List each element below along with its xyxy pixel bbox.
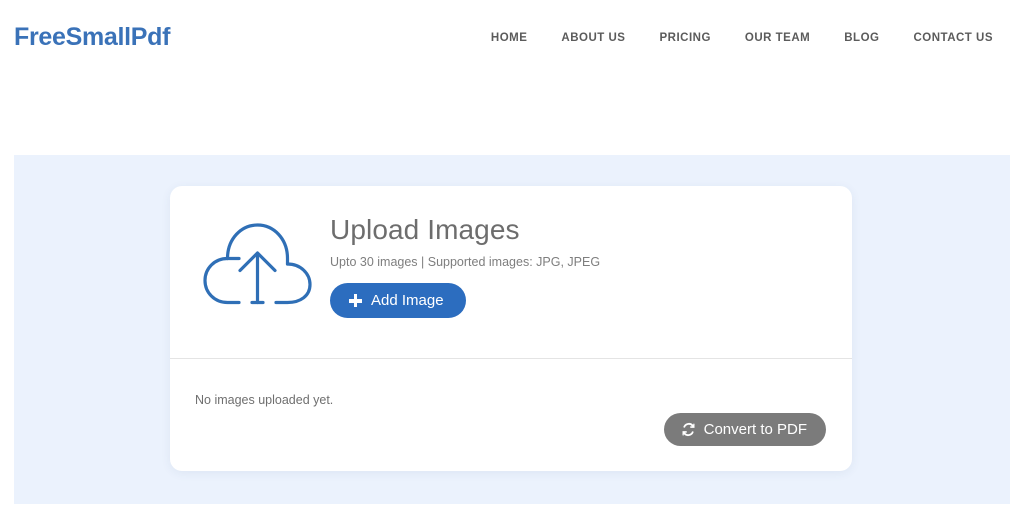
nav-item-about-us[interactable]: ABOUT US <box>561 32 625 44</box>
add-image-button[interactable]: Add Image <box>330 283 466 319</box>
main-navigation: HOME ABOUT US PRICING OUR TEAM BLOG CONT… <box>491 32 993 44</box>
empty-state-message: No images uploaded yet. <box>195 393 334 407</box>
plus-icon <box>349 294 362 308</box>
add-image-button-label: Add Image <box>371 292 444 310</box>
sync-icon <box>681 422 696 437</box>
nav-item-home[interactable]: HOME <box>491 32 528 44</box>
upload-title: Upload Images <box>330 214 520 245</box>
nav-item-contact-us[interactable]: CONTACT US <box>913 32 993 44</box>
convert-to-pdf-button[interactable]: Convert to PDF <box>663 413 826 446</box>
upload-card: Upload Images Upto 30 images | Supported… <box>170 186 852 471</box>
brand-logo[interactable]: FreeSmallPdf <box>14 25 170 50</box>
upload-info: Upload Images Upto 30 images | Supported… <box>330 214 601 319</box>
nav-item-our-team[interactable]: OUR TEAM <box>745 32 810 44</box>
upload-subtitle: Upto 30 images | Supported images: JPG, … <box>330 255 601 270</box>
convert-to-pdf-button-label: Convert to PDF <box>703 421 807 438</box>
nav-item-blog[interactable]: BLOG <box>844 32 879 44</box>
upload-card-top: Upload Images Upto 30 images | Supported… <box>170 186 852 358</box>
cloud-upload-icon <box>197 212 317 324</box>
site-header: FreeSmallPdf HOME ABOUT US PRICING OUR T… <box>0 0 1024 80</box>
nav-item-pricing[interactable]: PRICING <box>659 32 710 44</box>
upload-card-bottom: No images uploaded yet. Convert to PDF <box>170 359 852 471</box>
